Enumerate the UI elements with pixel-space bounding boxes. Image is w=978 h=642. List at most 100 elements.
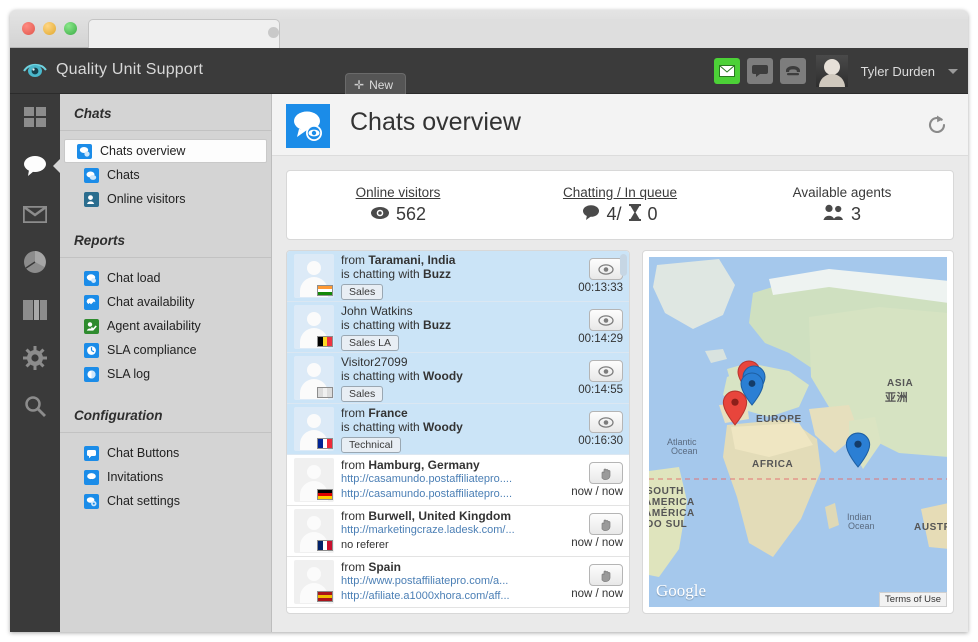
department-tag[interactable]: Sales LA bbox=[341, 334, 400, 351]
visitor-referer-url[interactable]: http://casamundo.postaffiliatepro.... bbox=[341, 487, 543, 502]
google-watermark: Google bbox=[656, 581, 707, 600]
stat-label[interactable]: Chatting / In queue bbox=[563, 185, 677, 200]
eye-icon[interactable] bbox=[589, 258, 623, 280]
department-tag[interactable]: Technical bbox=[341, 436, 401, 453]
sidebar-item-chat-load[interactable]: Chat load bbox=[68, 266, 267, 290]
visitor-current-url[interactable]: http://marketingcraze.ladesk.com/... bbox=[341, 523, 543, 538]
table-row[interactable]: from Spain http://www.postaffiliatepro.c… bbox=[287, 557, 629, 608]
sidebar-item-sla-log[interactable]: SLA log bbox=[68, 362, 267, 386]
browser-tab[interactable] bbox=[88, 19, 280, 48]
visitor-current-url[interactable]: http://casamundo.postaffiliatepro.... bbox=[341, 472, 543, 487]
table-row[interactable]: from Hamburg, Germany http://casamundo.p… bbox=[287, 455, 629, 506]
rail-item-knowledgebase[interactable] bbox=[10, 286, 60, 334]
chevron-down-icon[interactable] bbox=[948, 68, 958, 74]
row-actions: now / now bbox=[547, 462, 623, 498]
chat-bubble-icon[interactable] bbox=[746, 58, 773, 84]
minimize-window-button[interactable] bbox=[43, 22, 56, 35]
mail-icon[interactable] bbox=[713, 58, 740, 84]
row-content: Visitor27099 is chatting with Woody Sale… bbox=[341, 355, 547, 402]
table-row[interactable]: John Watkins is chatting with Buzz Sales… bbox=[287, 302, 629, 353]
chat-list: from Taramani, India is chatting with Bu… bbox=[287, 251, 629, 608]
terms-of-use-link[interactable]: Terms of Use bbox=[879, 592, 947, 607]
page-header: Chats overview bbox=[272, 94, 968, 156]
visitor-referer-url[interactable]: http://afiliate.a1000xhora.com/aff... bbox=[341, 589, 543, 604]
map-label-atlantic-ocean: Ocean bbox=[671, 446, 698, 456]
sidebar-item-agent-availability[interactable]: Agent availability bbox=[68, 314, 267, 338]
table-row[interactable]: from Taramani, India is chatting with Bu… bbox=[287, 251, 629, 302]
sidebar-item-chat-buttons[interactable]: Chat Buttons bbox=[68, 441, 267, 465]
stat-number-chatting: 4/ bbox=[606, 204, 622, 224]
maximize-window-button[interactable] bbox=[64, 22, 77, 35]
sidebar-item-label: Chat Buttons bbox=[107, 446, 180, 460]
rail-item-mail[interactable] bbox=[10, 190, 60, 238]
sidebar-item-online-visitors[interactable]: Online visitors bbox=[68, 187, 267, 211]
refresh-icon[interactable] bbox=[926, 114, 948, 141]
table-row[interactable]: from France is chatting with Woody Techn… bbox=[287, 404, 629, 455]
eye-icon[interactable] bbox=[589, 309, 623, 331]
sla-log-icon bbox=[84, 366, 99, 382]
rail-item-chat[interactable] bbox=[10, 142, 61, 190]
phone-icon[interactable] bbox=[779, 58, 806, 84]
sidebar-item-label: Invitations bbox=[107, 470, 164, 484]
chat-settings-icon bbox=[84, 493, 99, 509]
brand[interactable]: Quality Unit Support bbox=[22, 57, 203, 83]
invite-hand-icon[interactable] bbox=[589, 564, 623, 586]
table-row[interactable]: from Burwell, United Kingdom http://mark… bbox=[287, 506, 629, 557]
sidebar-item-chat-availability[interactable]: Chat availability bbox=[68, 290, 267, 314]
rail-item-dashboard[interactable] bbox=[10, 94, 60, 142]
department-tag[interactable]: Sales bbox=[341, 283, 384, 300]
rail-item-settings[interactable] bbox=[10, 334, 60, 382]
flag-united-kingdom bbox=[317, 540, 333, 551]
visitor-current-url[interactable]: http://www.postaffiliatepro.com/a... bbox=[341, 574, 543, 589]
avatar bbox=[294, 254, 334, 298]
visitor-map[interactable]: ASIA 亚洲 EUROPE AFRICA Atlantic Ocean Ind… bbox=[649, 257, 947, 607]
sidebar-item-label: Chats overview bbox=[100, 144, 186, 158]
table-row[interactable]: Visitor27099 is chatting with Woody Sale… bbox=[287, 353, 629, 404]
chatting-prefix: is chatting with bbox=[341, 266, 424, 281]
map-label-do-sul: DO SUL bbox=[649, 519, 688, 530]
sidebar-item-chats[interactable]: Chats bbox=[68, 163, 267, 187]
origin-prefix: from bbox=[341, 458, 369, 472]
avatar bbox=[294, 560, 334, 604]
chatting-prefix: is chatting with bbox=[341, 368, 424, 383]
eye-icon[interactable] bbox=[589, 360, 623, 382]
map-pin-red-2[interactable] bbox=[722, 390, 748, 431]
stat-label[interactable]: Online visitors bbox=[356, 185, 441, 200]
stats-panel: Online visitors 562 Chatting / In queue … bbox=[286, 170, 954, 240]
sidebar-section-title-reports: Reports bbox=[60, 221, 271, 258]
rail-item-search[interactable] bbox=[10, 382, 60, 430]
flag-france bbox=[317, 438, 333, 449]
visitor-name: Taramani, India bbox=[368, 252, 456, 267]
close-window-button[interactable] bbox=[22, 22, 35, 35]
sidebar-item-chat-settings[interactable]: Chat settings bbox=[68, 489, 267, 513]
eye-icon bbox=[370, 204, 390, 225]
map-label-europe: EUROPE bbox=[756, 414, 802, 425]
chats-overview-icon bbox=[286, 104, 330, 148]
sidebar-item-chats-overview[interactable]: Chats overview bbox=[64, 139, 267, 163]
stat-number-in-queue: 0 bbox=[647, 204, 658, 224]
window-controls bbox=[22, 22, 77, 35]
chat-agent-line: is chatting with Buzz bbox=[341, 267, 543, 282]
department-tag[interactable]: Sales bbox=[341, 385, 384, 402]
sidebar-item-sla-compliance[interactable]: SLA compliance bbox=[68, 338, 267, 362]
avatar[interactable] bbox=[815, 55, 848, 87]
new-button[interactable]: ✛ New bbox=[345, 73, 407, 96]
stat-value-group: 562 bbox=[370, 204, 426, 225]
sidebar-item-invitations[interactable]: Invitations bbox=[68, 465, 267, 489]
invite-hand-icon[interactable] bbox=[589, 462, 623, 484]
visitor-origin: from Hamburg, Germany bbox=[341, 458, 543, 472]
chatting-prefix: is chatting with bbox=[341, 419, 424, 434]
chat-list-scrollbar[interactable] bbox=[620, 254, 627, 276]
hourglass-icon bbox=[628, 203, 642, 226]
sidebar-item-label: SLA compliance bbox=[107, 343, 197, 357]
map-pin-blue-3[interactable] bbox=[845, 432, 871, 473]
rail-item-reports[interactable] bbox=[10, 238, 60, 286]
invite-hand-icon[interactable] bbox=[589, 513, 623, 535]
stat-available-agents: Available agents 3 bbox=[731, 171, 953, 239]
visitor-name: Burwell, United Kingdom bbox=[368, 509, 512, 523]
sidebar-group-configuration: Chat Buttons Invitations Chat settings bbox=[60, 433, 271, 523]
tab-close-icon[interactable] bbox=[268, 27, 279, 38]
page-title: Chats overview bbox=[350, 108, 521, 136]
origin-prefix: from bbox=[341, 252, 369, 267]
eye-icon[interactable] bbox=[589, 411, 623, 433]
